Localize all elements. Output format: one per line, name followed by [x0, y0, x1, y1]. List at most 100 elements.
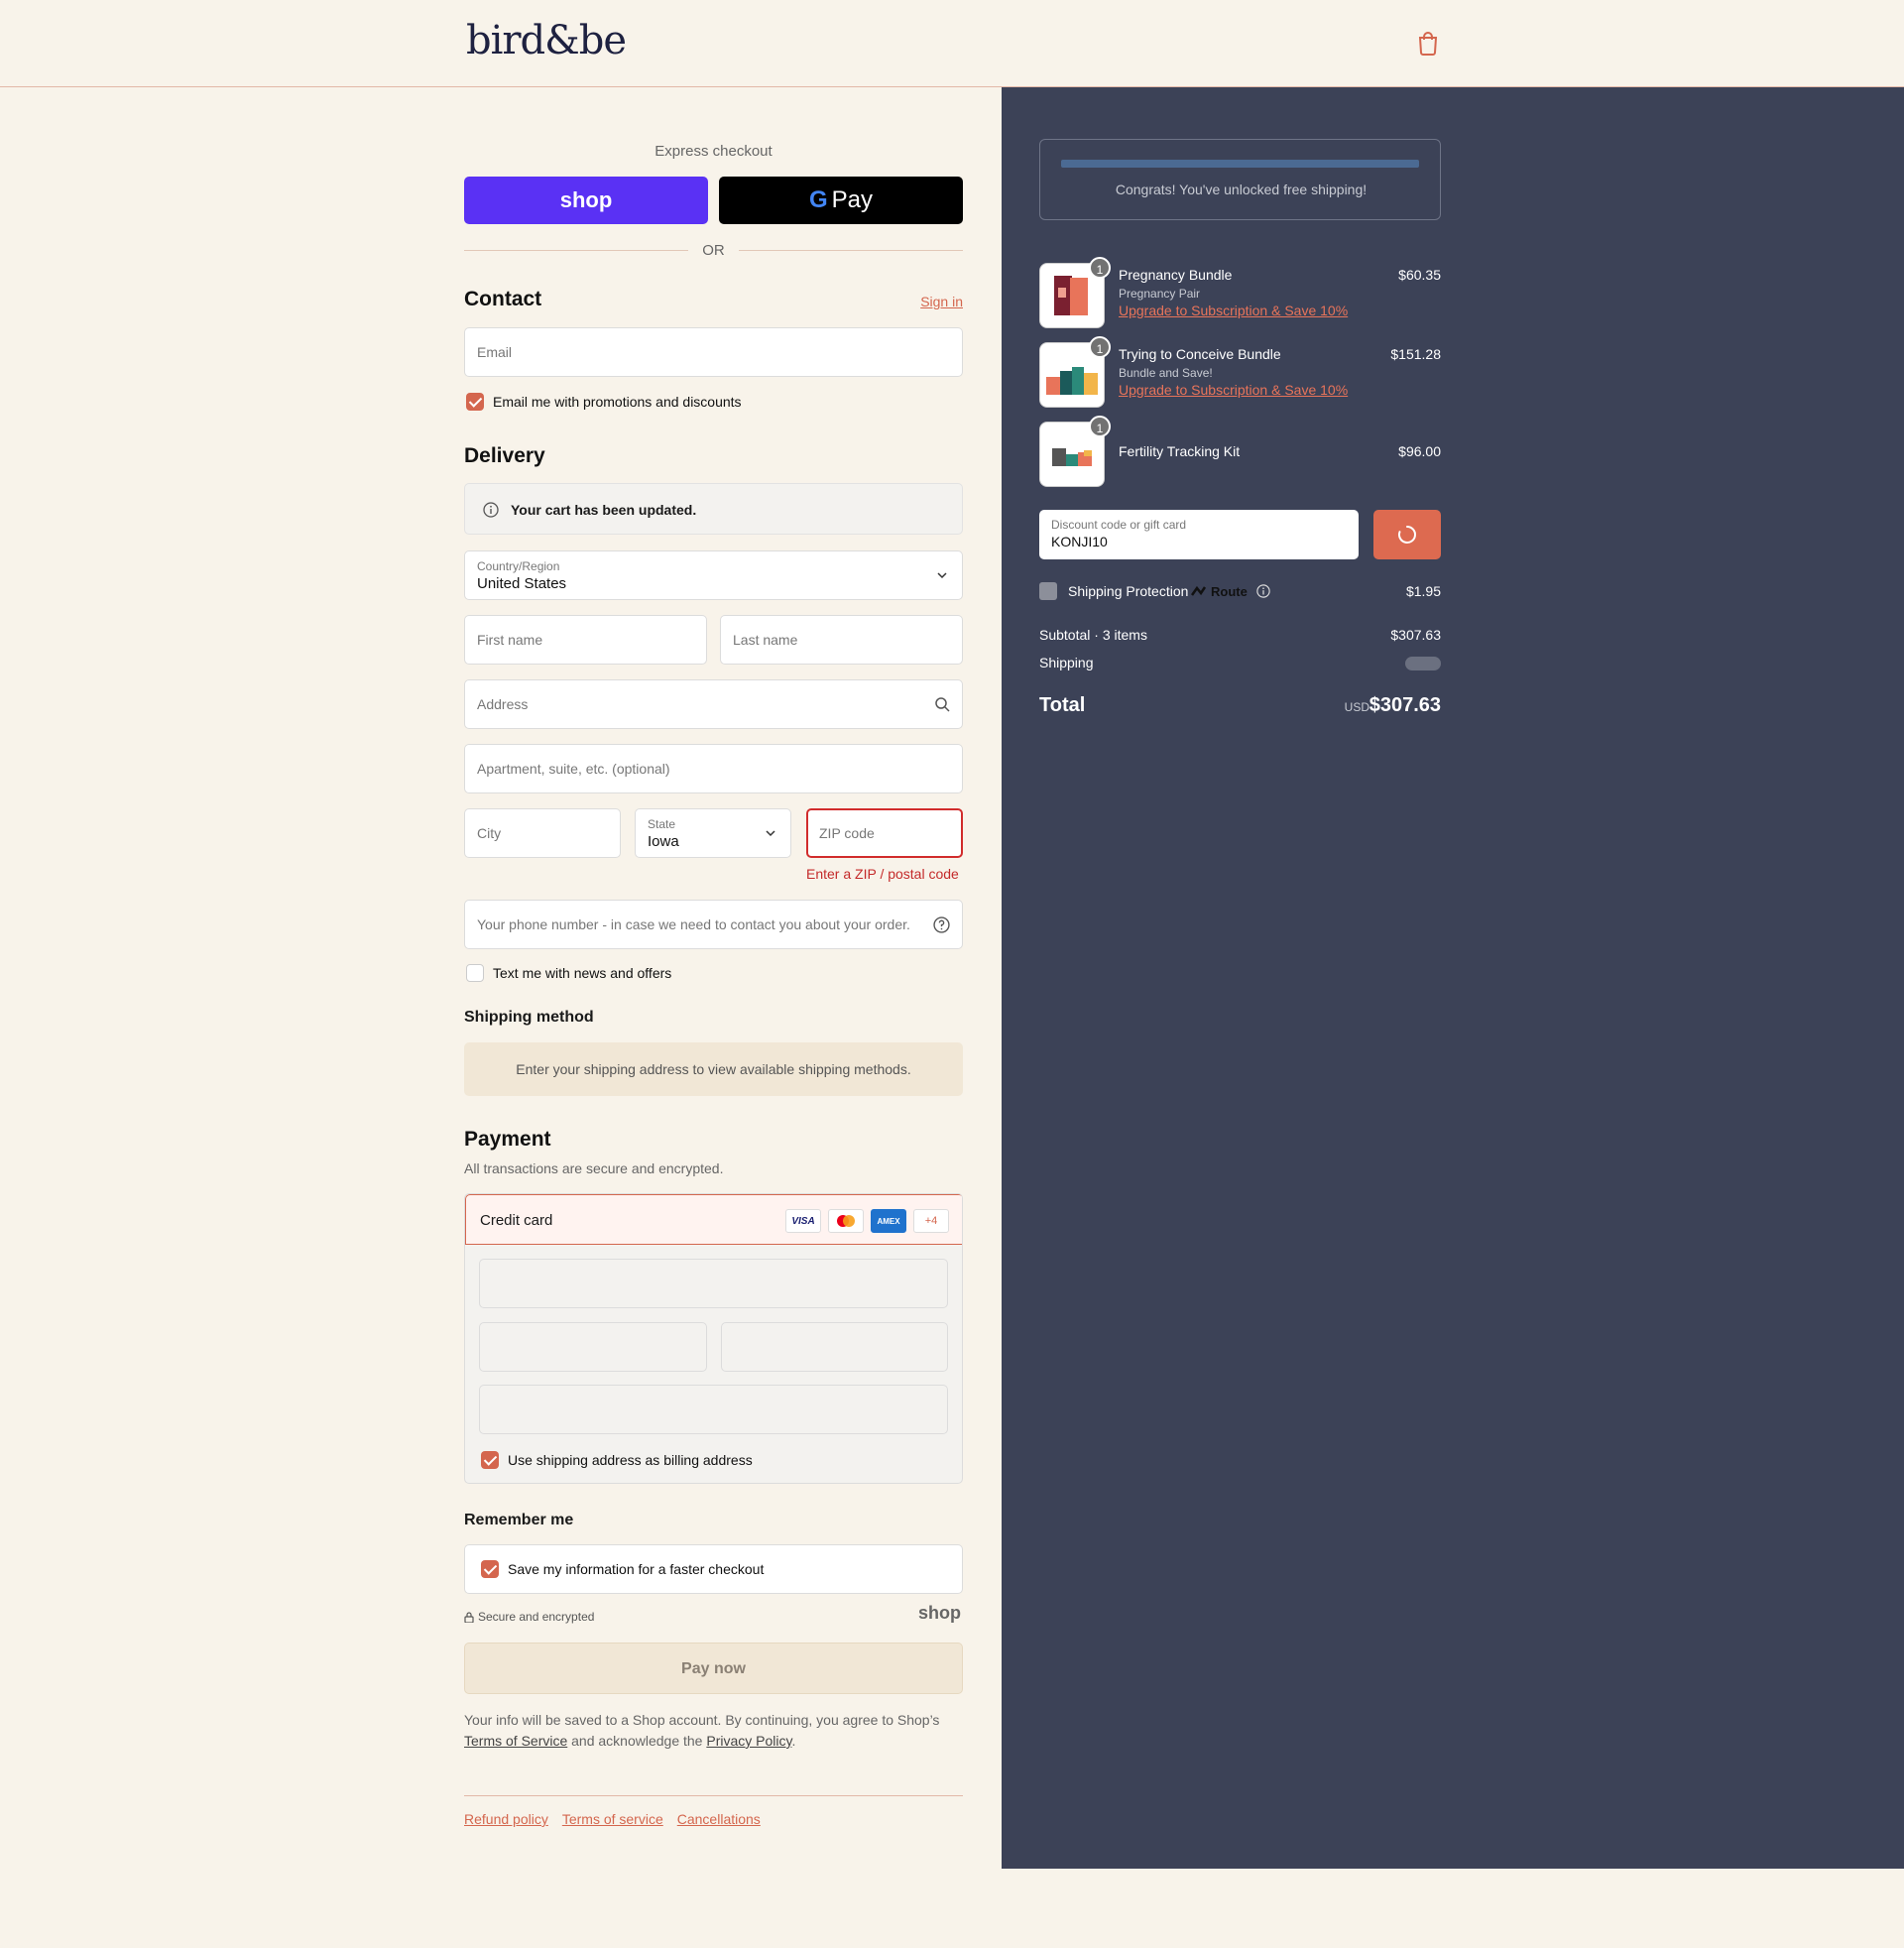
name-on-card-field[interactable]: [479, 1385, 948, 1434]
item-price: $96.00: [1398, 443, 1441, 459]
route-logo-icon: [1191, 585, 1207, 596]
shipping-loading-placeholder: [1405, 657, 1441, 670]
email-field[interactable]: Email: [464, 327, 963, 377]
security-code-field[interactable]: [721, 1322, 948, 1372]
chevron-down-icon: [937, 572, 947, 579]
item-price: $151.28: [1390, 346, 1441, 362]
legal-text: Your info will be saved to a Shop accoun…: [464, 1710, 963, 1752]
privacy-policy-link[interactable]: Privacy Policy: [706, 1733, 791, 1749]
line-item: 1 Trying to Conceive Bundle Bundle and S…: [1039, 336, 1441, 408]
help-icon[interactable]: [933, 916, 950, 933]
last-name-placeholder: Last name: [733, 632, 798, 648]
email-placeholder: Email: [477, 344, 513, 360]
subtotal-label: Subtotal · 3 items: [1039, 627, 1147, 643]
item-name: Trying to Conceive Bundle: [1119, 346, 1281, 362]
shipping-method-title: Shipping method: [464, 1009, 594, 1026]
upgrade-subscription-link[interactable]: Upgrade to Subscription & Save 10%: [1119, 382, 1348, 398]
delivery-title: Delivery: [464, 444, 545, 467]
item-subtitle: Bundle and Save!: [1119, 366, 1213, 380]
credit-card-label: Credit card: [480, 1212, 553, 1229]
shop-terms-link[interactable]: Terms of Service: [464, 1733, 567, 1749]
item-name: Pregnancy Bundle: [1119, 267, 1233, 283]
shipping-row: Shipping: [1039, 655, 1441, 670]
upgrade-subscription-link[interactable]: Upgrade to Subscription & Save 10%: [1119, 303, 1348, 318]
payment-subtitle: All transactions are secure and encrypte…: [464, 1160, 724, 1176]
discount-label: Discount code or gift card: [1051, 518, 1187, 532]
country-value: United States: [477, 575, 567, 592]
remember-me-title: Remember me: [464, 1512, 574, 1528]
or-label: OR: [702, 241, 725, 259]
promo-label: Email me with promotions and discounts: [493, 394, 742, 410]
discount-code-field[interactable]: Discount code or gift card KONJI10: [1039, 510, 1359, 559]
address-placeholder: Address: [477, 696, 529, 712]
checkout-form: Express checkout shop G Pay OR Contact S…: [464, 87, 963, 1869]
promo-checkbox[interactable]: [466, 393, 484, 411]
billing-address-checkbox[interactable]: [481, 1451, 499, 1469]
info-icon[interactable]: [1256, 584, 1270, 598]
more-cards-badge: +4: [913, 1209, 949, 1233]
free-shipping-banner: Congrats! You've unlocked free shipping!: [1039, 139, 1441, 220]
apartment-field[interactable]: Apartment, suite, etc. (optional): [464, 744, 963, 793]
first-name-field[interactable]: First name: [464, 615, 707, 665]
state-label: State: [648, 817, 676, 831]
legal-text-part: .: [791, 1733, 796, 1749]
cart-updated-text: Your cart has been updated.: [511, 502, 697, 518]
phone-field[interactable]: Your phone number - in case we need to c…: [464, 900, 963, 949]
zip-error-message: Enter a ZIP / postal code: [806, 866, 959, 882]
save-info-label: Save my information for a faster checkou…: [508, 1561, 765, 1577]
shipping-method-message: Enter your shipping address to view avai…: [464, 1042, 963, 1096]
subtotal-value: $307.63: [1390, 627, 1441, 643]
last-name-field[interactable]: Last name: [720, 615, 963, 665]
total-label: Total: [1039, 694, 1086, 716]
city-field[interactable]: City: [464, 808, 621, 858]
credit-card-section: Credit card VISA AMEX +4 Use shipping ad…: [464, 1193, 963, 1484]
address-field[interactable]: Address: [464, 679, 963, 729]
shop-pay-button[interactable]: shop: [464, 177, 708, 224]
total-row: Total USD $307.63: [1039, 694, 1441, 717]
legal-text-part: and acknowledge the: [567, 1733, 707, 1749]
phone-placeholder: Your phone number - in case we need to c…: [477, 916, 910, 932]
credit-card-option[interactable]: Credit card VISA AMEX +4: [465, 1194, 962, 1245]
item-name: Fertility Tracking Kit: [1119, 443, 1241, 459]
discount-value: KONJI10: [1051, 534, 1108, 549]
card-number-field[interactable]: [479, 1259, 948, 1308]
cancellations-link[interactable]: Cancellations: [677, 1811, 761, 1827]
terms-of-service-link[interactable]: Terms of service: [562, 1811, 663, 1827]
line-item: 1 Pregnancy Bundle Pregnancy Pair Upgrad…: [1039, 257, 1441, 328]
contact-title: Contact: [464, 288, 542, 310]
lock-icon: [464, 1611, 474, 1623]
first-name-placeholder: First name: [477, 632, 543, 648]
footer-links: Refund policy Terms of service Cancellat…: [464, 1811, 761, 1827]
apply-discount-button[interactable]: [1373, 510, 1441, 559]
total-value: $307.63: [1368, 694, 1441, 716]
country-select[interactable]: Country/Region United States: [464, 550, 963, 600]
refund-policy-link[interactable]: Refund policy: [464, 1811, 548, 1827]
sign-in-link[interactable]: Sign in: [920, 294, 963, 309]
expiration-date-field[interactable]: [479, 1322, 707, 1372]
text-offers-label: Text me with news and offers: [493, 965, 672, 981]
shopping-bag-icon[interactable]: [1416, 30, 1440, 56]
currency-code: USD: [1344, 700, 1369, 714]
mastercard-icon: [828, 1209, 864, 1233]
free-shipping-text: Congrats! You've unlocked free shipping!: [1115, 182, 1368, 197]
item-price: $60.35: [1398, 267, 1441, 283]
pay-now-button[interactable]: Pay now: [464, 1643, 963, 1694]
header: bird&be: [0, 0, 1904, 87]
visa-icon: VISA: [785, 1209, 821, 1233]
quantity-badge: 1: [1089, 257, 1111, 279]
save-info-checkbox[interactable]: [481, 1560, 499, 1578]
free-shipping-progress: [1061, 160, 1419, 168]
route-brand: Route: [1211, 584, 1248, 599]
brand-logo[interactable]: bird&be: [466, 18, 627, 63]
shop-logo: shop: [918, 1603, 961, 1623]
shipping-protection-checkbox[interactable]: [1039, 582, 1057, 600]
text-offers-checkbox[interactable]: [466, 964, 484, 982]
amex-icon: AMEX: [871, 1209, 906, 1233]
payment-title: Payment: [464, 1128, 551, 1151]
state-select[interactable]: State Iowa: [635, 808, 791, 858]
or-divider: OR: [464, 240, 963, 260]
shipping-protection-price: $1.95: [1405, 583, 1441, 599]
zip-field[interactable]: ZIP code: [806, 808, 963, 858]
google-pay-button[interactable]: G Pay: [719, 177, 963, 224]
secure-encrypted-row: Secure and encrypted: [464, 1610, 594, 1624]
